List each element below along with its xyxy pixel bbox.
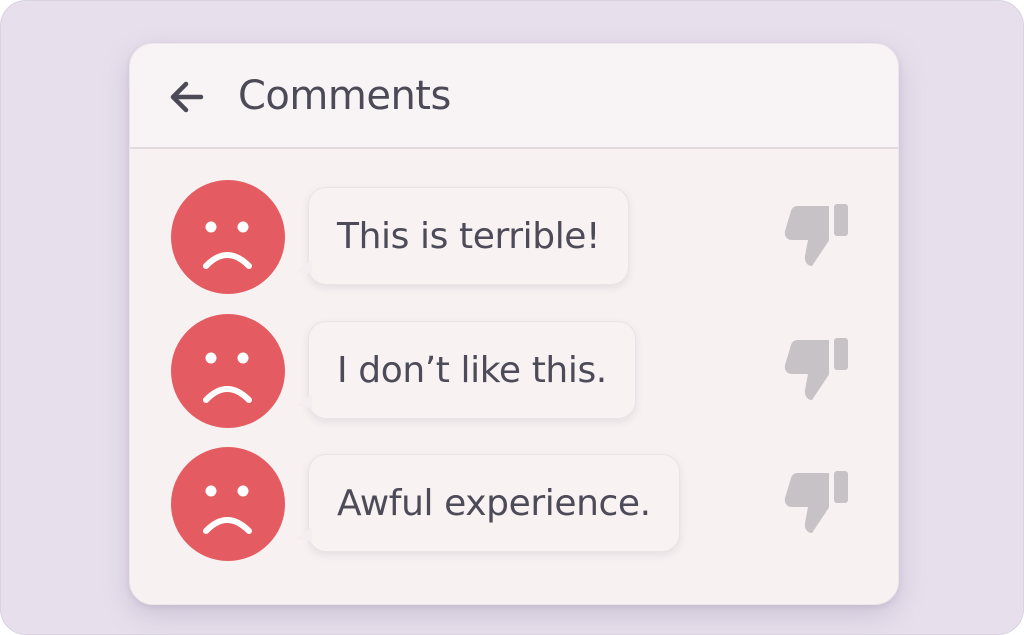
comment-row: I don’t like this. — [130, 314, 898, 432]
comments-panel: Comments This is terrible! I don’t like … — [129, 43, 899, 605]
thumbs-down-icon[interactable] — [782, 200, 852, 270]
bubble-tail — [296, 394, 312, 408]
bubble-tail — [296, 527, 312, 541]
sad-face-icon — [171, 180, 285, 294]
sad-face-icon — [171, 447, 285, 561]
thumbs-down-icon[interactable] — [782, 467, 852, 537]
page-title: Comments — [238, 73, 451, 119]
bubble-tail — [296, 260, 312, 274]
comment-bubble: This is terrible! — [296, 187, 630, 285]
header-divider — [130, 147, 898, 149]
comment-text: Awful experience. — [337, 482, 651, 524]
comment-row: Awful experience. — [130, 447, 898, 565]
sad-face-icon — [171, 314, 285, 428]
comment-text: I don’t like this. — [337, 349, 607, 391]
comment-bubble: Awful experience. — [296, 454, 680, 552]
arrow-left-icon — [170, 81, 204, 113]
comment-row: This is terrible! — [130, 180, 898, 298]
comments-header: Comments — [130, 44, 898, 148]
app-window: Comments This is terrible! I don’t like … — [0, 0, 1024, 635]
comment-text: This is terrible! — [337, 215, 601, 257]
thumbs-down-icon[interactable] — [782, 334, 852, 404]
back-button[interactable] — [166, 76, 208, 118]
comment-bubble: I don’t like this. — [296, 321, 636, 419]
